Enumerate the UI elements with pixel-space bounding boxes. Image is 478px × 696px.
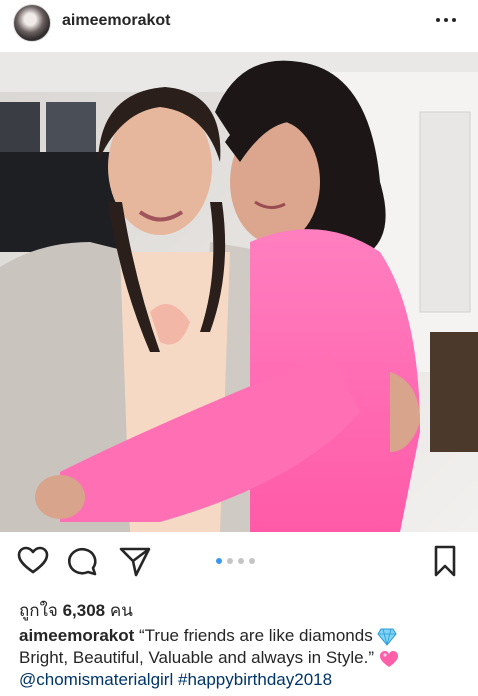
pink-heart-emoji-icon xyxy=(379,650,398,667)
post-caption: aimeemorakot “True friends are like diam… xyxy=(19,625,469,691)
likes-number: 6,308 xyxy=(62,601,106,620)
likes-count[interactable]: ถูกใจ 6,308 คน xyxy=(19,597,133,624)
post-photo[interactable] xyxy=(0,52,478,532)
action-bar xyxy=(0,544,478,580)
carousel-dot-active xyxy=(216,558,222,564)
caption-line2: Bright, Beautiful, Valuable and always i… xyxy=(19,648,374,667)
carousel-dot xyxy=(249,558,255,564)
post-username[interactable]: aimeemorakot xyxy=(62,12,171,30)
more-horizontal-icon[interactable] xyxy=(436,10,460,30)
comment-icon[interactable] xyxy=(66,544,100,578)
paper-plane-icon[interactable] xyxy=(118,544,152,578)
caption-mention[interactable]: @chomismaterialgirl xyxy=(19,670,173,689)
caption-line1: “True friends are like diamonds xyxy=(139,626,373,645)
carousel-dot xyxy=(238,558,244,564)
likes-unit: คน xyxy=(109,601,133,620)
carousel-indicator xyxy=(216,558,255,564)
carousel-dot xyxy=(227,558,233,564)
heart-icon[interactable] xyxy=(16,544,50,578)
bookmark-icon[interactable] xyxy=(428,544,462,578)
caption-username[interactable]: aimeemorakot xyxy=(19,626,134,645)
post-header: aimeemorakot xyxy=(0,0,478,44)
avatar[interactable] xyxy=(13,4,51,42)
likes-label: ถูกใจ xyxy=(19,601,58,620)
gem-emoji-icon xyxy=(377,628,398,646)
caption-hashtag[interactable]: #happybirthday2018 xyxy=(178,670,332,689)
